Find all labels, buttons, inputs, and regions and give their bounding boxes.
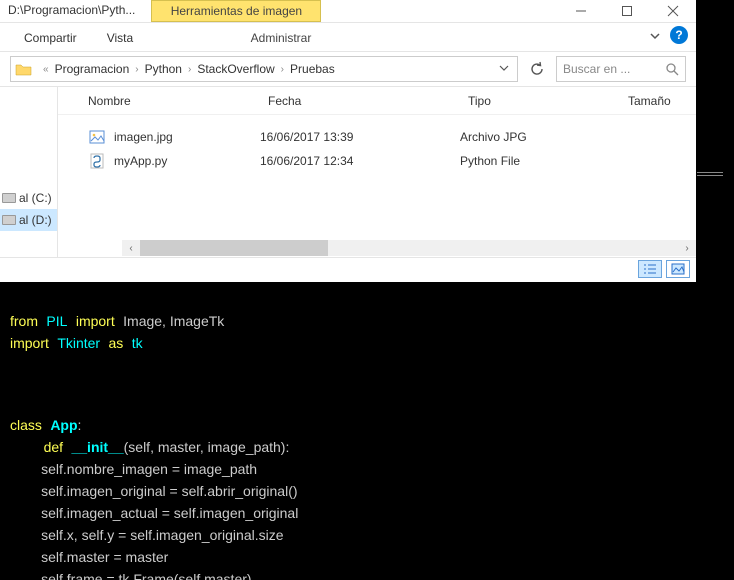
code-editor[interactable]: from PIL import Image, ImageTk import Tk… — [0, 285, 734, 580]
drive-icon — [2, 215, 16, 225]
column-header-type[interactable]: Tipo — [468, 94, 628, 108]
navigation-bar: « Programacion › Python › StackOverflow … — [0, 51, 696, 87]
image-file-icon — [88, 128, 106, 146]
tree-drive-d[interactable]: al (D:) — [0, 209, 57, 231]
crumb-pruebas[interactable]: Pruebas — [290, 62, 335, 76]
file-explorer-window: D:\Programacion\Pyth... Herramientas de … — [0, 0, 696, 282]
crumb-python[interactable]: Python — [145, 62, 182, 76]
scroll-right-button[interactable]: › — [678, 240, 696, 256]
tab-vista[interactable]: Vista — [103, 27, 137, 51]
search-placeholder: Buscar en ... — [563, 62, 630, 76]
refresh-button[interactable] — [524, 56, 550, 82]
file-list-pane: ˄ Nombre Fecha Tipo Tamaño imagen.jpg 16… — [58, 87, 696, 257]
python-file-icon — [88, 152, 106, 170]
breadcrumb[interactable]: « Programacion › Python › StackOverflow … — [10, 56, 518, 82]
tab-compartir[interactable]: Compartir — [20, 27, 81, 51]
file-type-cell: Archivo JPG — [460, 130, 620, 144]
column-header-name[interactable]: Nombre — [88, 94, 268, 108]
tree-drive-c[interactable]: al (C:) — [0, 187, 57, 209]
scroll-left-button[interactable]: ‹ — [122, 240, 140, 256]
scroll-track[interactable] — [140, 240, 678, 256]
scroll-thumb[interactable] — [140, 240, 328, 256]
column-header-date[interactable]: Fecha — [268, 94, 468, 108]
tab-administrar[interactable]: Administrar — [196, 27, 366, 51]
folder-icon — [15, 60, 33, 78]
titlebar: D:\Programacion\Pyth... Herramientas de … — [0, 0, 696, 23]
chevron-right-icon: › — [275, 64, 290, 75]
view-details-button[interactable] — [638, 260, 662, 278]
file-date-cell: 16/06/2017 13:39 — [260, 130, 460, 144]
crumb-stackoverflow[interactable]: StackOverflow — [197, 62, 274, 76]
drive-icon — [2, 193, 16, 203]
file-date-cell: 16/06/2017 12:34 — [260, 154, 460, 168]
horizontal-scrollbar[interactable]: ‹ › — [58, 239, 696, 257]
ribbon-toggle-button[interactable] — [648, 29, 662, 46]
chevron-right-icon: › — [129, 64, 144, 75]
column-headers: ˄ Nombre Fecha Tipo Tamaño — [58, 87, 696, 115]
content-area: al (C:) al (D:) ˄ Nombre Fecha Tipo Tama… — [0, 87, 696, 257]
minimize-button[interactable] — [558, 0, 604, 22]
resize-handle-icon — [697, 172, 723, 178]
column-header-size[interactable]: Tamaño — [628, 94, 696, 108]
file-name-cell: myApp.py — [88, 152, 260, 170]
contextual-tab-image-tools[interactable]: Herramientas de imagen — [151, 0, 321, 22]
help-button[interactable]: ? — [670, 26, 688, 44]
file-name-cell: imagen.jpg — [88, 128, 260, 146]
breadcrumb-dropdown[interactable] — [489, 62, 513, 76]
sort-indicator-icon: ˄ — [166, 87, 173, 89]
view-mode-bar — [0, 257, 696, 279]
crumb-programacion[interactable]: Programacion — [55, 62, 130, 76]
breadcrumb-prefix: « — [37, 64, 55, 75]
ribbon-tabs: Compartir Vista Administrar ? — [0, 23, 696, 51]
file-row[interactable]: imagen.jpg 16/06/2017 13:39 Archivo JPG — [88, 125, 696, 149]
chevron-right-icon: › — [182, 64, 197, 75]
window-path-title: D:\Programacion\Pyth... — [0, 0, 143, 22]
file-type-cell: Python File — [460, 154, 620, 168]
view-thumbnails-button[interactable] — [666, 260, 690, 278]
close-button[interactable] — [650, 0, 696, 22]
search-icon — [666, 63, 679, 76]
file-rows: imagen.jpg 16/06/2017 13:39 Archivo JPG … — [58, 115, 696, 239]
tree-pane: al (C:) al (D:) — [0, 87, 58, 257]
maximize-button[interactable] — [604, 0, 650, 22]
file-row[interactable]: myApp.py 16/06/2017 12:34 Python File — [88, 149, 696, 173]
search-input[interactable]: Buscar en ... — [556, 56, 686, 82]
